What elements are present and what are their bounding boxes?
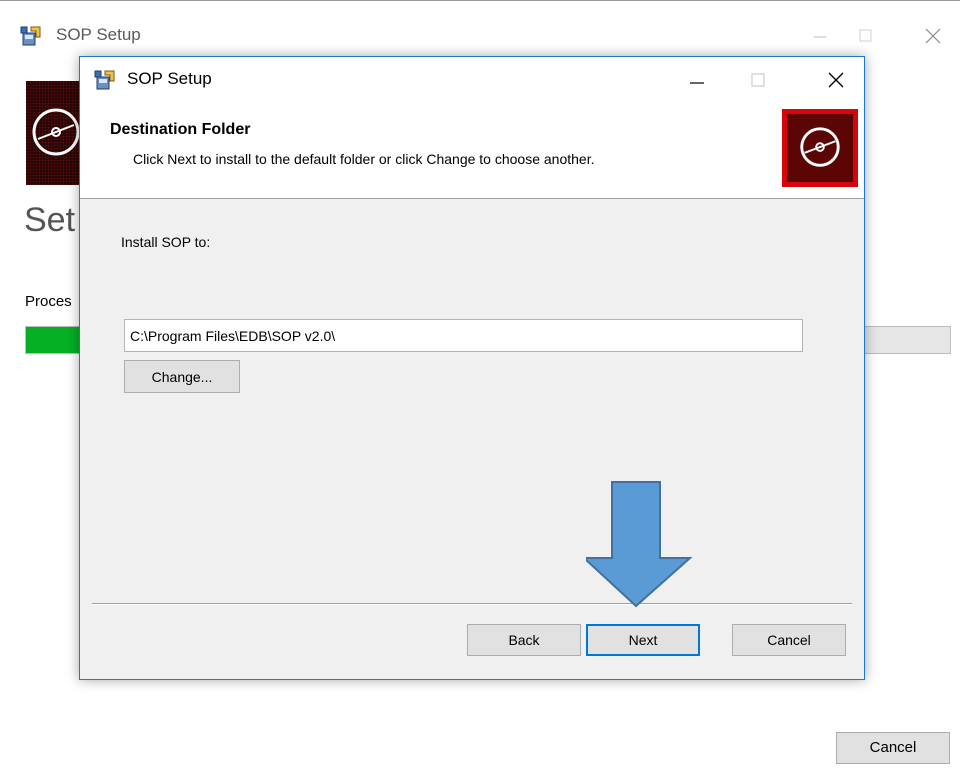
cancel-button[interactable]: Cancel	[732, 624, 846, 656]
background-maximize-button[interactable]	[845, 23, 885, 49]
background-window-title: SOP Setup	[56, 25, 141, 44]
header-subtitle: Click Next to install to the default fol…	[133, 151, 595, 167]
dialog-header-banner: Destination Folder Click Next to install…	[80, 101, 864, 199]
dialog-close-button[interactable]	[815, 66, 857, 94]
dialog-maximize-button[interactable]	[737, 66, 779, 94]
background-cancel-button[interactable]: Cancel	[836, 732, 950, 764]
destination-folder-dialog: SOP Setup Destination Folder Click Next …	[79, 56, 865, 680]
install-location-label: Install SOP to:	[121, 234, 211, 250]
back-button[interactable]: Back	[467, 624, 581, 656]
dialog-title-bar: SOP Setup	[80, 57, 864, 101]
background-progress-fill	[26, 327, 82, 353]
change-folder-button[interactable]: Change...	[124, 360, 240, 393]
background-status-text: Proces	[25, 293, 72, 310]
background-heading: Set	[24, 201, 76, 239]
header-logo	[782, 109, 858, 187]
dialog-title: SOP Setup	[127, 69, 212, 88]
install-path-input[interactable]	[124, 319, 803, 352]
background-close-button[interactable]	[913, 23, 953, 49]
disc-icon	[32, 108, 80, 156]
next-button[interactable]: Next	[586, 624, 700, 656]
header-logo-background	[787, 114, 853, 182]
dialog-minimize-button[interactable]	[676, 66, 718, 94]
disc-icon	[800, 127, 840, 167]
arrow-down-icon	[586, 481, 693, 608]
dialog-footer-separator	[92, 603, 852, 605]
installer-icon	[94, 70, 115, 90]
header-title: Destination Folder	[110, 121, 251, 138]
installer-icon	[20, 26, 41, 46]
background-minimize-button[interactable]	[800, 23, 840, 49]
